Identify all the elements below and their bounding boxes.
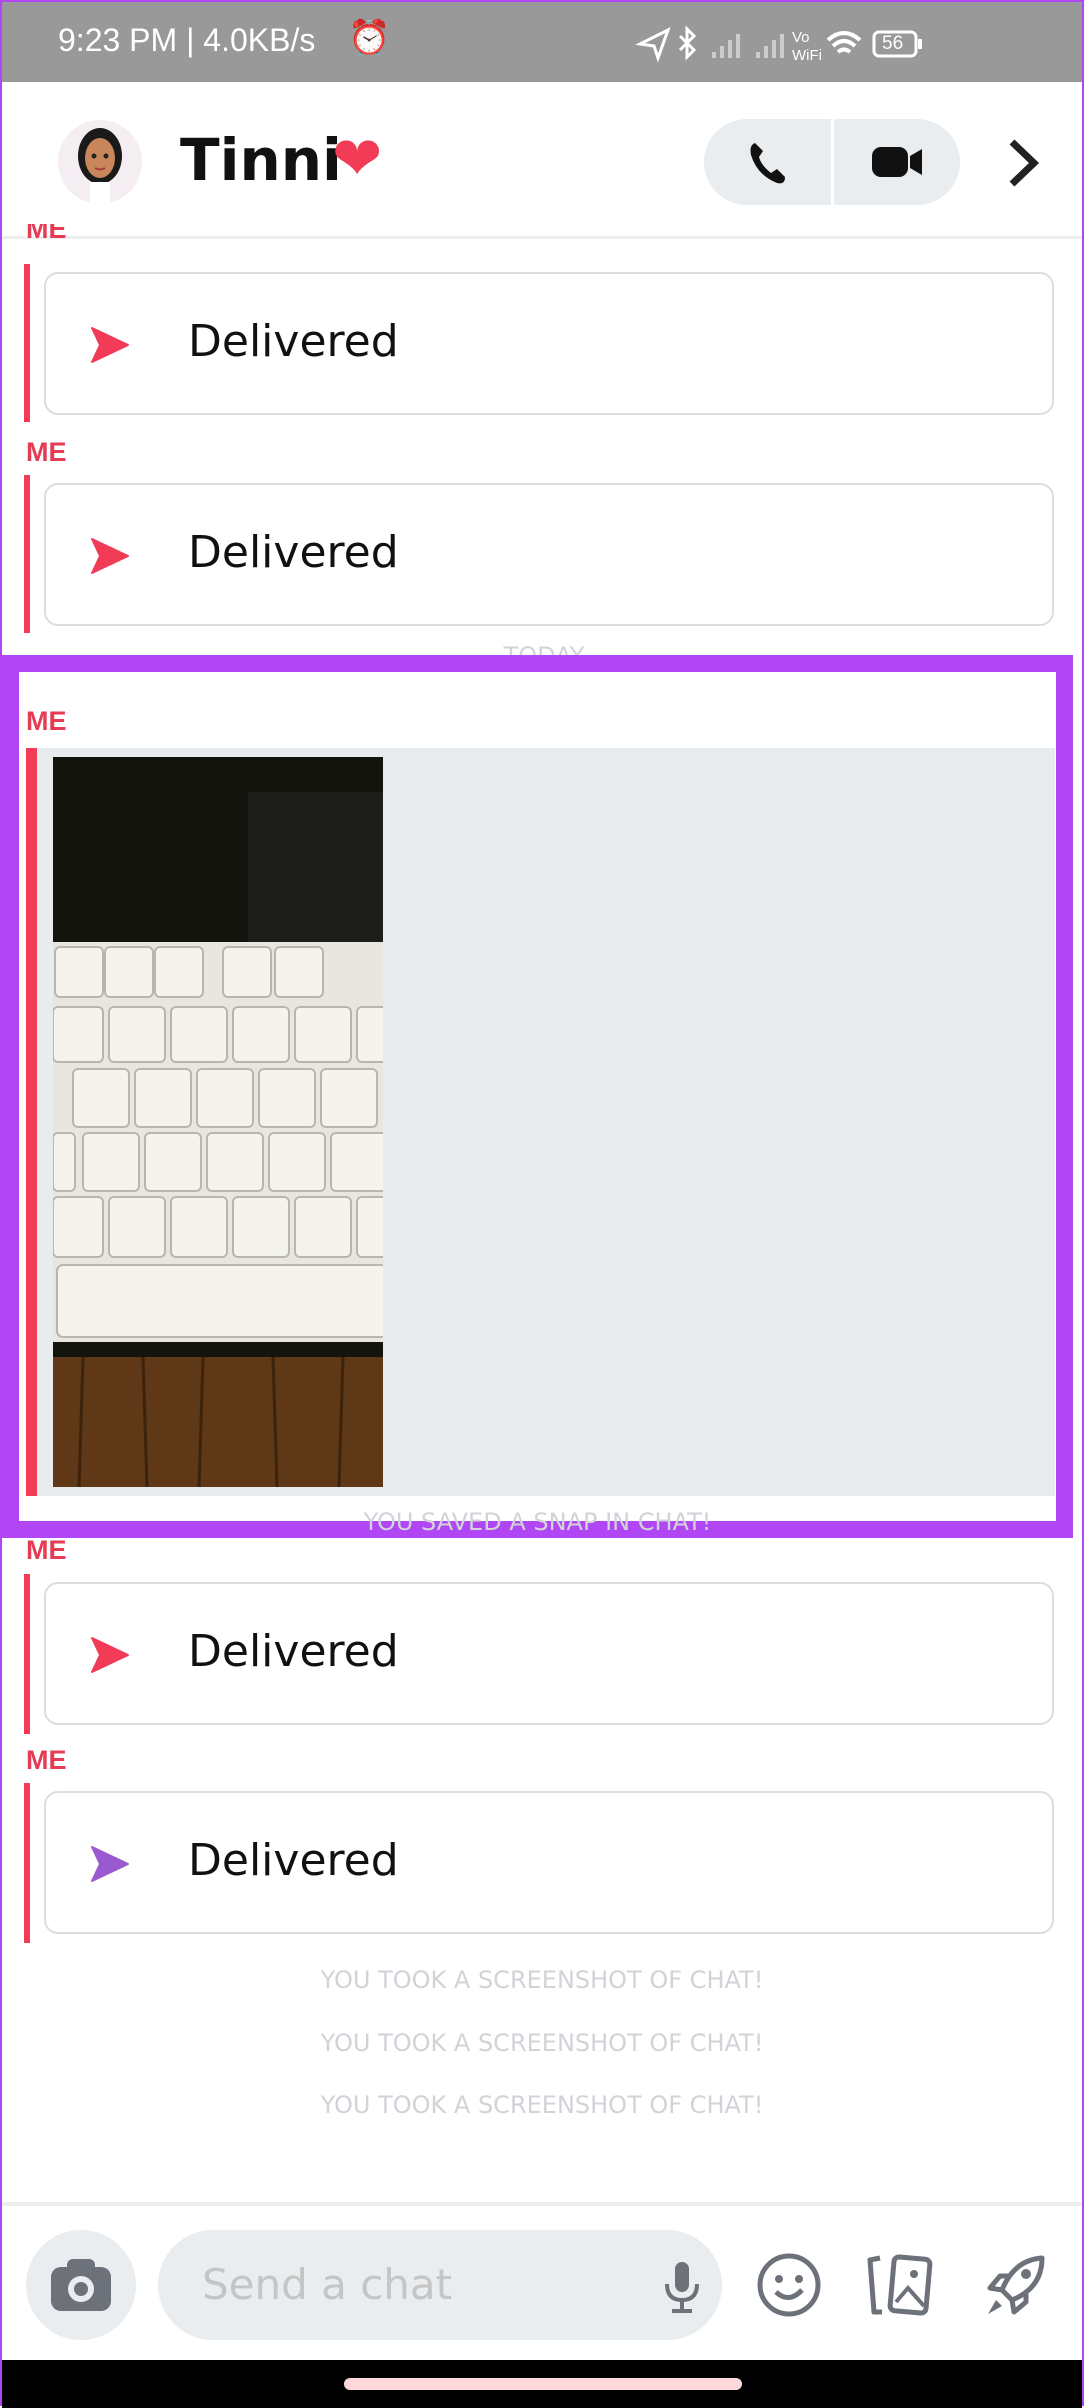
video-call-button[interactable]	[830, 119, 961, 205]
battery-level: 56	[882, 33, 904, 54]
message-status: Delivered	[188, 316, 399, 367]
message-card[interactable]: Delivered	[44, 1582, 1054, 1725]
location-icon	[635, 26, 671, 63]
snap-image[interactable]	[53, 757, 383, 1487]
chat-input[interactable]: Send a chat	[158, 2230, 722, 2340]
bluetooth-icon	[678, 25, 697, 61]
call-buttons	[704, 119, 960, 205]
alarm-icon: ⏰	[348, 19, 391, 57]
phone-icon	[750, 143, 786, 184]
navigation-bar	[2, 2360, 1082, 2408]
snap-saved-note: YOU SAVED A SNAP IN CHAT!	[363, 1508, 712, 1536]
sender-label: ME	[26, 1535, 67, 1565]
stickers-icon[interactable]	[866, 2254, 936, 2318]
message-status: Delivered	[188, 1835, 399, 1886]
camera-icon	[51, 2259, 111, 2311]
camera-button[interactable]	[26, 2230, 136, 2340]
chat-input-placeholder: Send a chat	[202, 2260, 453, 2309]
composer-bar: Send a chat	[2, 2202, 1082, 2360]
contact-name[interactable]: Tinni	[180, 126, 342, 194]
message-card[interactable]: Delivered	[44, 483, 1054, 626]
sender-label: ME	[26, 706, 67, 736]
chat-header: Tinni ❤	[2, 82, 1082, 239]
chevron-right-icon[interactable]	[1006, 138, 1040, 188]
wifi-icon	[826, 31, 862, 54]
sent-arrow-icon	[91, 538, 129, 574]
svg-text:Vo: Vo	[792, 29, 810, 46]
sender-label: ME	[26, 437, 67, 467]
screenshot-note: YOU TOOK A SCREENSHOT OF CHAT!	[320, 2029, 764, 2057]
screenshot-note: YOU TOOK A SCREENSHOT OF CHAT!	[320, 2091, 764, 2119]
avatar[interactable]	[58, 120, 142, 204]
message-status: Delivered	[188, 1626, 399, 1677]
microphone-icon[interactable]	[662, 2260, 702, 2314]
message-card[interactable]: Delivered	[44, 1791, 1054, 1934]
video-camera-icon	[871, 147, 922, 177]
emoji-icon[interactable]	[756, 2252, 822, 2318]
signal-icon-1	[712, 34, 740, 58]
message-bar	[24, 475, 30, 633]
sender-label: ME	[26, 224, 67, 242]
voice-call-button[interactable]	[704, 119, 831, 205]
sent-arrow-icon	[91, 1846, 129, 1882]
rocket-icon[interactable]	[984, 2252, 1050, 2318]
sent-arrow-icon	[91, 327, 129, 363]
message-bar	[24, 1574, 30, 1734]
signal-icon-2	[756, 34, 784, 58]
message-card[interactable]: Delivered	[44, 272, 1054, 415]
message-bar	[26, 748, 37, 1496]
message-status: Delivered	[188, 527, 399, 578]
svg-text:WiFi: WiFi	[792, 47, 822, 64]
heart-emoji: ❤	[332, 125, 383, 192]
sent-arrow-icon	[91, 1637, 129, 1673]
home-gesture-handle[interactable]	[344, 2378, 742, 2390]
screenshot-note: YOU TOOK A SCREENSHOT OF CHAT!	[320, 1966, 764, 1994]
highlight-box: ME YOU SAVED A SNAP IN CHAT!	[2, 655, 1073, 1538]
status-time: 9:23 PM | 4.0KB/s	[58, 22, 316, 58]
message-bar	[24, 1783, 30, 1943]
sender-label: ME	[26, 1745, 67, 1775]
message-bar	[24, 264, 30, 422]
snap-container[interactable]	[26, 748, 1055, 1496]
status-bar: 9:23 PM | 4.0KB/s ⏰ Vo WiFi 56	[2, 2, 1082, 82]
